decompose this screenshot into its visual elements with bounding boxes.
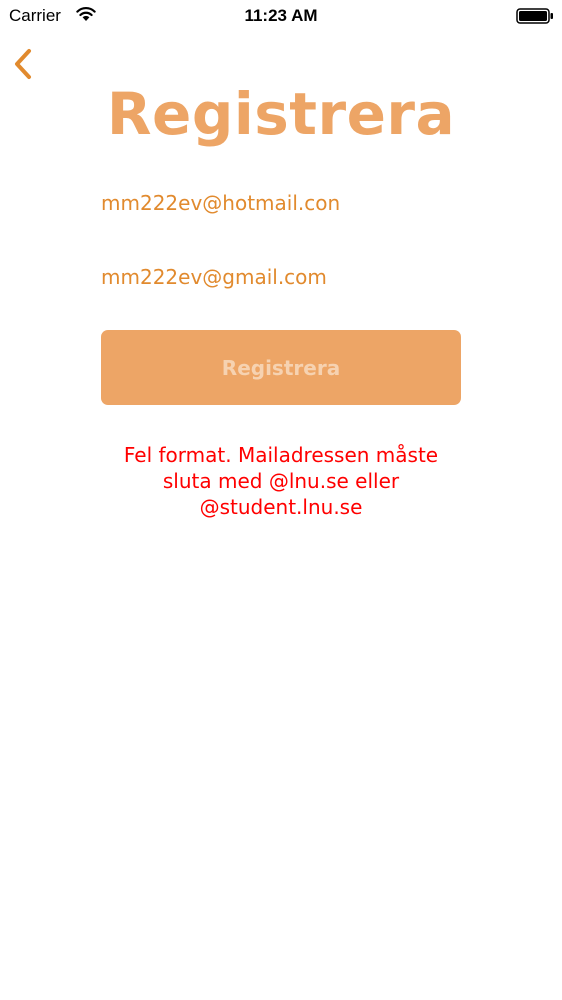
status-time: 11:23 AM: [244, 6, 318, 25]
page-title: Registrera: [106, 80, 456, 148]
confirm-email-field[interactable]: [101, 260, 461, 294]
register-button[interactable]: Registrera: [101, 330, 461, 405]
email-field[interactable]: [101, 186, 461, 220]
register-button-label: Registrera: [221, 355, 341, 380]
error-message: Fel format. Mailadressen måste sluta med…: [101, 442, 461, 520]
error-line: sluta med @lnu.se eller: [162, 469, 400, 493]
error-line: Fel format. Mailadressen måste: [123, 443, 439, 467]
error-line: @student.lnu.se: [199, 495, 363, 519]
status-bar: Carrier 11:23 AM: [0, 0, 562, 32]
chevron-left-icon: [15, 49, 31, 79]
battery-icon: [516, 8, 554, 24]
